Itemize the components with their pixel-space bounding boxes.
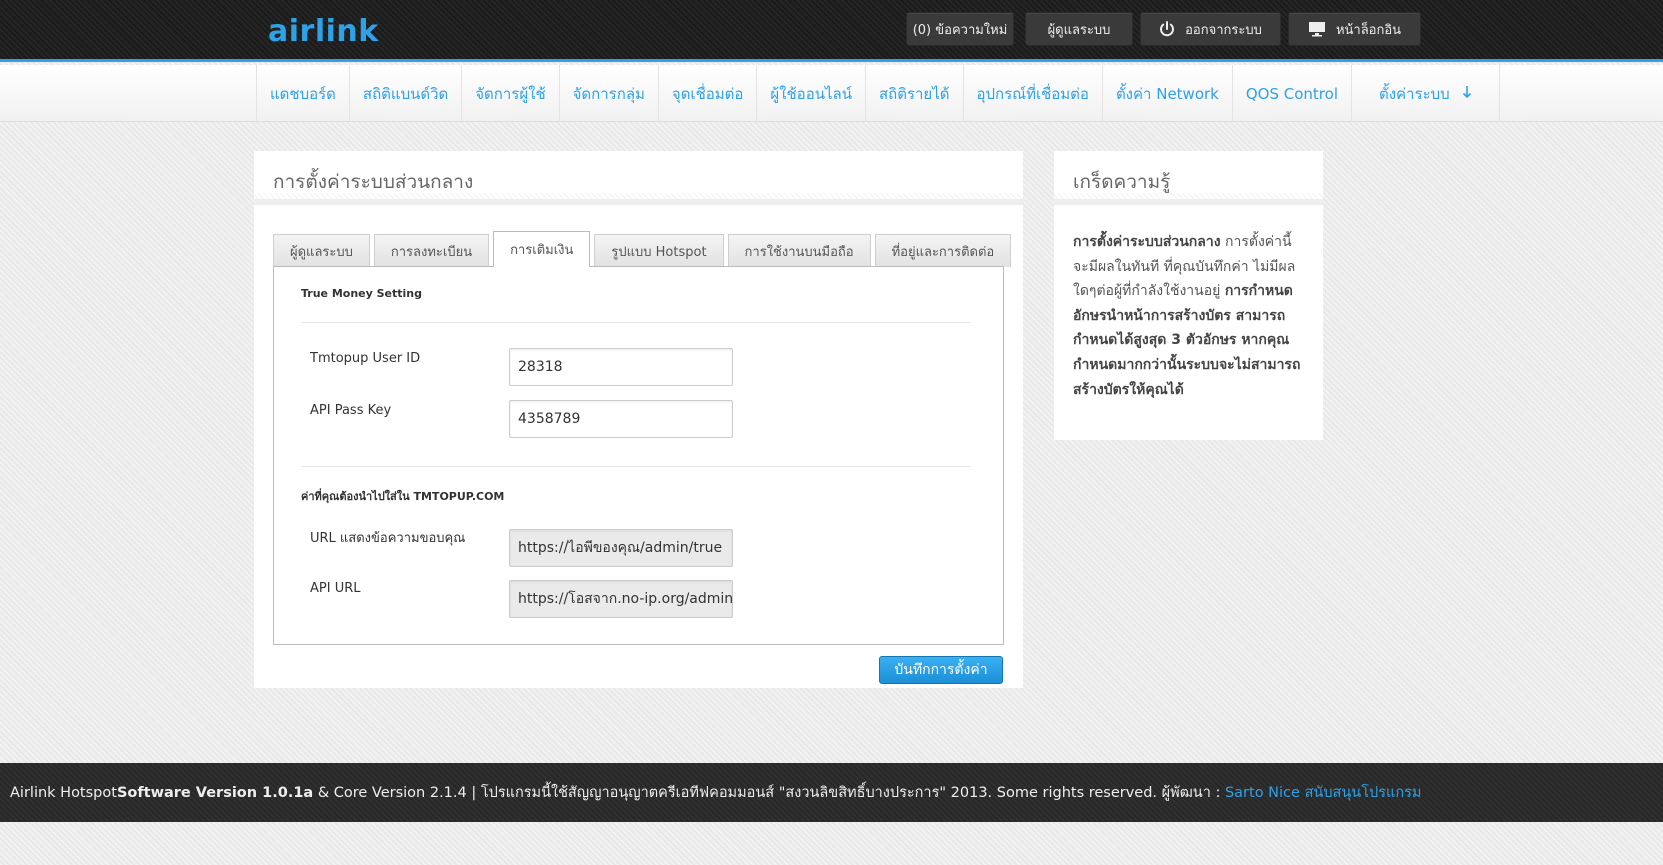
login-page-button[interactable]: หน้าล็อกอิน (1288, 12, 1421, 46)
tab-registration[interactable]: การลงทะเบียน (373, 234, 490, 267)
tab-content: True Money Setting Tmtopup User ID 28318… (273, 266, 1004, 645)
nav-bandwidth-stats[interactable]: สถิติแบนด์วิด (350, 65, 463, 122)
admin-label: ผู้ดูแลระบบ (1047, 22, 1111, 38)
section-heading-tmtopup: ค่าที่คุณต้องนำไปใส่ใน TMTOPUP.COM (301, 490, 505, 503)
tab-topup[interactable]: การเติมเงิน (493, 231, 591, 267)
nav-revenue-stats[interactable]: สถิติรายได้ (866, 65, 964, 122)
monitor-icon (1308, 21, 1326, 37)
logout-button[interactable]: ออกจากระบบ (1140, 12, 1281, 46)
api-url-label: API URL (310, 581, 361, 596)
tmtopup-user-id-value: 28318 (518, 359, 563, 375)
save-settings-button[interactable]: บันทึกการตั้งค่า (879, 656, 1003, 684)
api-pass-key-value: 4358789 (518, 411, 581, 427)
thankyou-url-label: URL แสดงข้อความขอบคุณ (310, 531, 466, 546)
api-pass-key-input[interactable]: 4358789 (509, 400, 733, 438)
api-url-value: https://โอสจาก.no-ip.org/admin/ (518, 591, 733, 607)
footer-app: Airlink Hotspot (10, 784, 117, 801)
footer: Airlink Hotspot Software Version 1.0.1a … (0, 763, 1663, 822)
settings-panel: การตั้งค่าระบบส่วนกลาง ผู้ดูแลระบบ การลง… (254, 151, 1023, 688)
nav-system-settings-label: ตั้งค่าระบบ (1378, 84, 1450, 103)
nav-qos-control[interactable]: QOS Control (1233, 65, 1352, 122)
tab-address-contact[interactable]: ที่อยู่และการติดต่อ (874, 234, 1012, 267)
divider (301, 322, 971, 323)
thankyou-url-value: https://ไอพีของคุณ/admin/true (518, 540, 723, 556)
settings-tabs: ผู้ดูแลระบบ การลงทะเบียน การเติมเงิน รูป… (273, 231, 1012, 267)
nav-online-users[interactable]: ผู้ใช้ออนไลน์ (757, 65, 866, 122)
tips-title: เกร็ดความรู้ (1054, 151, 1323, 205)
nav-manage-groups[interactable]: จัดการกลุ่ม (560, 65, 659, 122)
tips-panel: เกร็ดความรู้ การตั้งค่าระบบส่วนกลาง การต… (1054, 151, 1323, 440)
logout-label: ออกจากระบบ (1185, 22, 1262, 38)
nav-manage-users[interactable]: จัดการผู้ใช้ (462, 65, 560, 122)
tmtopup-user-id-input[interactable]: 28318 (509, 348, 733, 386)
section-heading-truemoney: True Money Setting (301, 287, 423, 300)
main-nav: แดชบอร์ด สถิติแบนด์วิด จัดการผู้ใช้ จัดก… (0, 65, 1663, 122)
developer-link[interactable]: Sarto Nice สนับสนุนโปรแกรม (1225, 781, 1422, 804)
tab-mobile-usage[interactable]: การใช้งานบนมือถือ (727, 234, 871, 267)
footer-version: Software Version 1.0.1a (116, 784, 314, 801)
tips-bold-1: การตั้งค่าระบบส่วนกลาง (1073, 234, 1221, 250)
power-icon (1159, 21, 1175, 37)
api-url-input[interactable]: https://โอสจาก.no-ip.org/admin/ (509, 580, 733, 618)
nav-system-settings[interactable]: ตั้งค่าระบบ (1352, 65, 1500, 122)
arrow-down-icon (1462, 85, 1472, 103)
nav-connected-devices[interactable]: อุปกรณ์ที่เชื่อมต่อ (964, 65, 1103, 122)
top-bar: airlink (0) ข้อความใหม่ ผู้ดูแลระบบ ออกจ… (0, 0, 1663, 62)
messages-button[interactable]: (0) ข้อความใหม่ (906, 12, 1014, 46)
tab-hotspot-style[interactable]: รูปแบบ Hotspot (594, 234, 724, 267)
thankyou-url-input[interactable]: https://ไอพีของคุณ/admin/true (509, 529, 733, 567)
messages-label: (0) ข้อความใหม่ (912, 22, 1008, 38)
page-title: การตั้งค่าระบบส่วนกลาง (254, 151, 1023, 205)
nav-access-points[interactable]: จุดเชื่อมต่อ (659, 65, 758, 122)
tips-bold-2: การกำหนดอักษรนำหน้าการสร้างบัตร สามารถกำ… (1073, 283, 1301, 398)
login-page-label: หน้าล็อกอิน (1335, 22, 1402, 38)
airlink-logo[interactable]: airlink (268, 14, 379, 49)
nav-dashboard[interactable]: แดชบอร์ด (257, 65, 350, 122)
nav-network-settings[interactable]: ตั้งค่า Network (1103, 65, 1233, 122)
admin-button[interactable]: ผู้ดูแลระบบ (1025, 12, 1133, 46)
tab-admin[interactable]: ผู้ดูแลระบบ (273, 234, 370, 267)
divider (301, 466, 971, 467)
tips-text: การตั้งค่าระบบส่วนกลาง การตั้งค่านี้จะมี… (1073, 230, 1305, 402)
api-pass-key-label: API Pass Key (310, 403, 392, 418)
footer-text: & Core Version 2.1.4 | โปรแกรมนี้ใช้สัญญ… (313, 785, 1225, 801)
tmtopup-user-id-label: Tmtopup User ID (310, 351, 421, 366)
